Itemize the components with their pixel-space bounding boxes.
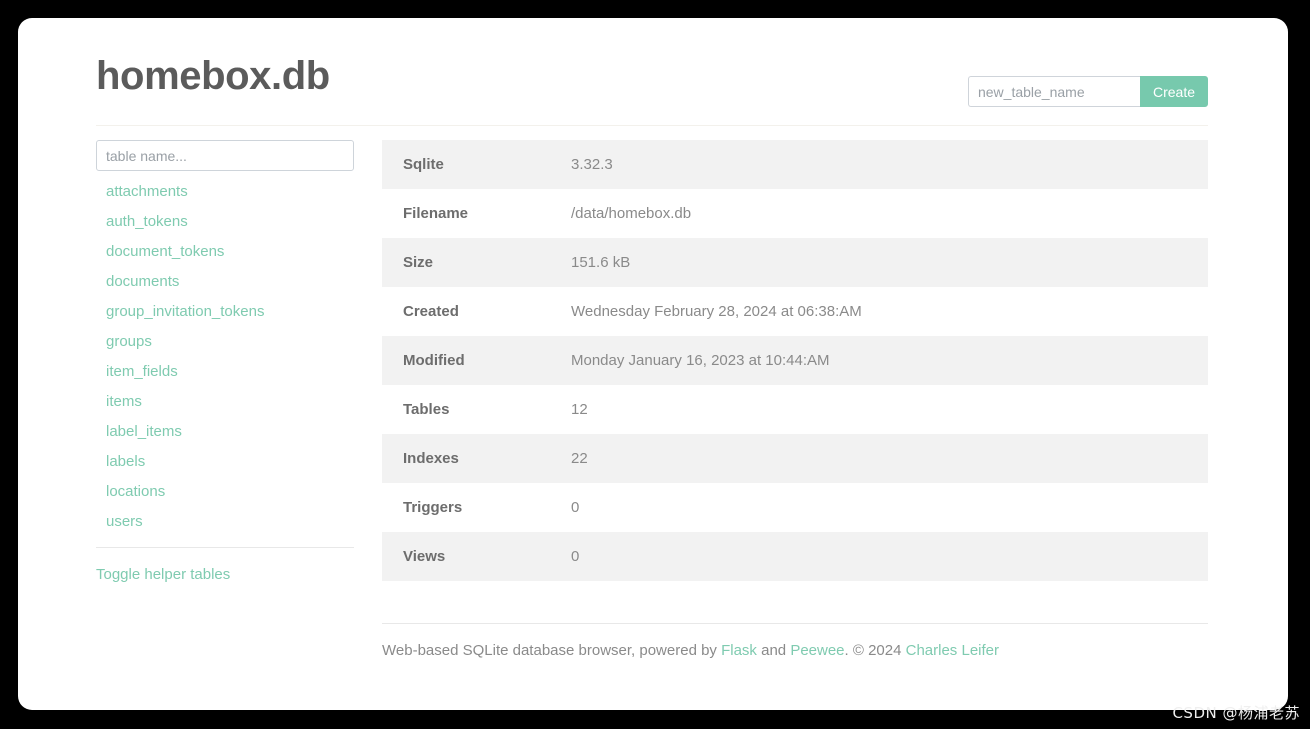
list-item: groups <box>96 327 354 357</box>
sidebar-item-users[interactable]: users <box>96 507 354 537</box>
info-label-filename: Filename <box>403 205 469 222</box>
page-header: homebox.db Create <box>96 48 1208 118</box>
list-item: attachments <box>96 177 354 207</box>
info-value-filename: /data/homebox.db <box>571 205 692 222</box>
database-info-table: Sqlite 3.32.3 Filename /data/homebox.db … <box>382 140 1208 581</box>
list-item: documents <box>96 267 354 297</box>
sidebar-item-item-fields[interactable]: item_fields <box>96 357 354 387</box>
list-item: item_fields <box>96 357 354 387</box>
table-row: Triggers 0 <box>382 483 1208 532</box>
info-label-tables: Tables <box>403 401 450 418</box>
table-row: Sqlite 3.32.3 <box>382 140 1208 189</box>
screen: homebox.db Create attachments auth_token… <box>0 0 1310 729</box>
footer-text-part-1: Web-based SQLite database browser, power… <box>382 642 722 659</box>
sidebar-item-groups[interactable]: groups <box>96 327 354 357</box>
info-label-views: Views <box>403 548 446 565</box>
new-table-name-input[interactable] <box>967 76 1140 107</box>
footer-link-author[interactable]: Charles Leifer <box>906 642 999 659</box>
sidebar-item-documents[interactable]: documents <box>96 267 354 297</box>
header-divider <box>96 125 1208 126</box>
browser-page-card: homebox.db Create attachments auth_token… <box>18 18 1288 710</box>
table-row: Filename /data/homebox.db <box>382 189 1208 238</box>
toggle-helper-tables-link[interactable]: Toggle helper tables <box>96 566 230 583</box>
info-label-created: Created <box>403 303 459 320</box>
info-label-triggers: Triggers <box>403 499 463 516</box>
info-value-size: 151.6 kB <box>571 254 631 271</box>
footer-credit: Web-based SQLite database browser, power… <box>382 641 1208 661</box>
sidebar-divider <box>96 547 354 548</box>
list-item: users <box>96 507 354 537</box>
footer-link-flask[interactable]: Flask <box>721 642 757 659</box>
info-value-triggers: 0 <box>571 499 580 516</box>
database-info-body: Sqlite 3.32.3 Filename /data/homebox.db … <box>382 140 1208 581</box>
info-value-created: Wednesday February 28, 2024 at 06:38:AM <box>571 303 862 320</box>
table-row: Tables 12 <box>382 385 1208 434</box>
table-row: Views 0 <box>382 532 1208 581</box>
sidebar-item-group-invitation-tokens[interactable]: group_invitation_tokens <box>96 297 354 327</box>
table-filter-input[interactable] <box>96 140 354 171</box>
sidebar-item-label-items[interactable]: label_items <box>96 417 354 447</box>
sidebar: attachments auth_tokens document_tokens … <box>96 140 354 584</box>
info-value-modified: Monday January 16, 2023 at 10:44:AM <box>571 352 830 369</box>
list-item: items <box>96 387 354 417</box>
list-item: labels <box>96 447 354 477</box>
footer-text-part-3: . © 2024 <box>844 642 906 659</box>
list-item: locations <box>96 477 354 507</box>
sidebar-item-auth-tokens[interactable]: auth_tokens <box>96 207 354 237</box>
info-label-sqlite: Sqlite <box>403 156 444 173</box>
create-table-form: Create <box>967 76 1208 107</box>
sidebar-item-document-tokens[interactable]: document_tokens <box>96 237 354 267</box>
page-content: homebox.db Create attachments auth_token… <box>18 18 1288 710</box>
footer-divider <box>382 623 1208 624</box>
info-value-indexes: 22 <box>571 450 588 467</box>
sidebar-item-labels[interactable]: labels <box>96 447 354 477</box>
table-row: Modified Monday January 16, 2023 at 10:4… <box>382 336 1208 385</box>
sidebar-item-locations[interactable]: locations <box>96 477 354 507</box>
info-value-sqlite: 3.32.3 <box>571 156 613 173</box>
info-label-indexes: Indexes <box>403 450 459 467</box>
info-label-size: Size <box>403 254 434 271</box>
list-item: auth_tokens <box>96 207 354 237</box>
footer-text-part-2: and <box>756 642 791 659</box>
table-list: attachments auth_tokens document_tokens … <box>96 177 354 537</box>
table-row: Size 151.6 kB <box>382 238 1208 287</box>
info-value-views: 0 <box>571 548 580 565</box>
main-content: Sqlite 3.32.3 Filename /data/homebox.db … <box>382 140 1208 661</box>
list-item: document_tokens <box>96 237 354 267</box>
csdn-watermark: CSDN @杨浦老苏 <box>1172 704 1300 722</box>
sidebar-item-items[interactable]: items <box>96 387 354 417</box>
table-row: Indexes 22 <box>382 434 1208 483</box>
info-label-modified: Modified <box>403 352 465 369</box>
create-table-button[interactable]: Create <box>1139 76 1208 107</box>
page-title: homebox.db <box>96 54 330 98</box>
table-row: Created Wednesday February 28, 2024 at 0… <box>382 287 1208 336</box>
list-item: label_items <box>96 417 354 447</box>
sidebar-item-attachments[interactable]: attachments <box>96 177 354 207</box>
footer-link-peewee[interactable]: Peewee <box>790 642 844 659</box>
list-item: group_invitation_tokens <box>96 297 354 327</box>
info-value-tables: 12 <box>571 401 588 418</box>
